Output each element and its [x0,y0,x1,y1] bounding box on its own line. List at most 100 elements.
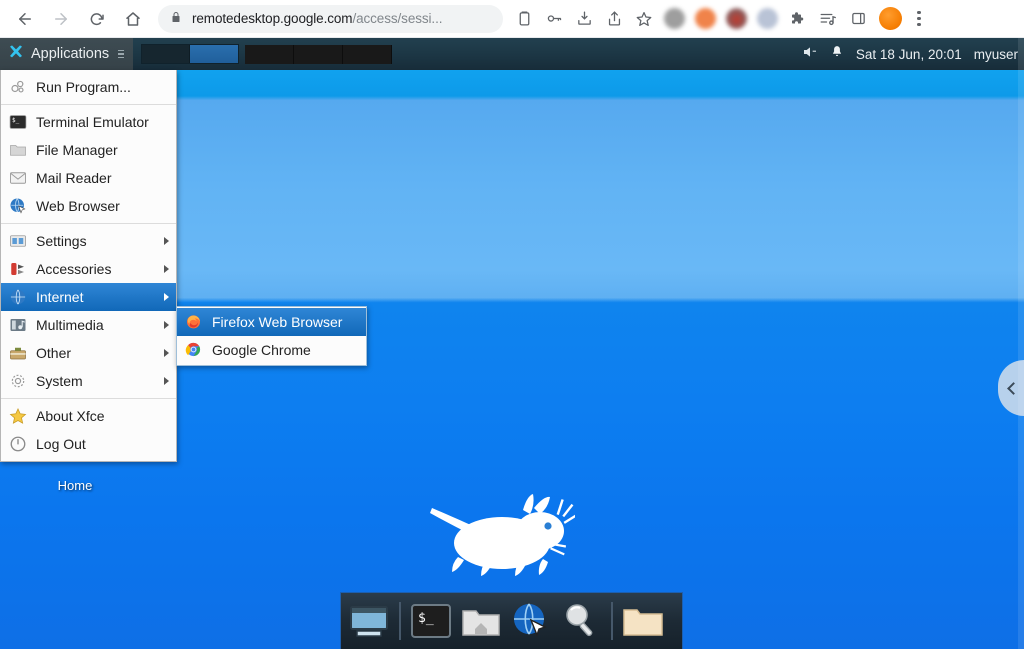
menu-item-label: System [36,373,83,389]
menu-item-run-program[interactable]: Run Program... [1,73,176,101]
reload-button[interactable] [82,4,112,34]
applications-menu-popup: Run Program... $_ Terminal Emulator File… [0,70,177,462]
extension-blurred-blue-icon[interactable] [757,8,778,29]
menu-item-label: About Xfce [36,408,105,424]
run-program-icon [9,78,27,96]
bell-icon[interactable] [830,44,844,65]
extension-blurred-gray-icon[interactable] [664,8,685,29]
browser-toolbar: remotedesktop.google.com/access/sessi... [0,0,1024,38]
menu-item-internet[interactable]: Internet [1,283,176,311]
svg-text:$_: $_ [418,611,434,626]
mail-reader-icon [9,169,27,187]
menu-separator [1,398,176,399]
menu-item-label: Log Out [36,436,86,452]
dock-separator [611,602,613,640]
desktop-icon-home-label[interactable]: Home [40,478,110,493]
chevron-right-icon [164,237,169,245]
svg-text:$_: $_ [12,117,20,124]
chevron-right-icon [164,265,169,273]
accessories-icon [9,260,27,278]
address-bar[interactable]: remotedesktop.google.com/access/sessi... [158,4,503,33]
menu-item-web-browser[interactable]: Web Browser [1,192,176,220]
panel-tray: Sat 18 Jun, 20:01 myuser [802,38,1024,70]
xfce-top-panel: Applications Sat 18 Jun, 20:01 myuser [0,38,1024,70]
internet-globe-icon [9,288,27,306]
menu-item-file-manager[interactable]: File Manager [1,136,176,164]
web-browser-icon [9,197,27,215]
web-browser-globe-icon[interactable] [509,599,553,643]
toolbar-actions [509,0,936,38]
applications-menu-label: Applications [31,46,110,62]
extension-blurred-orange-icon[interactable] [695,8,716,29]
file-folder-icon[interactable] [621,599,665,643]
clipboard-icon[interactable] [509,4,539,34]
menu-item-label: Run Program... [36,79,131,95]
extension-blurred-red-icon[interactable] [726,8,747,29]
menu-item-mail-reader[interactable]: Mail Reader [1,164,176,192]
url-path: /access/sessi... [352,11,443,26]
workspace-cell-0[interactable] [142,45,191,63]
menu-item-other[interactable]: Other [1,339,176,367]
multimedia-icon [9,316,27,334]
lock-icon [170,10,182,28]
task-list[interactable] [245,44,393,64]
menu-item-system[interactable]: System [1,367,176,395]
terminal-icon[interactable]: $_ [409,599,453,643]
chevron-right-icon [164,377,169,385]
menu-item-label: Accessories [36,261,112,277]
side-panel-icon[interactable] [843,4,873,34]
menu-item-accessories[interactable]: Accessories [1,255,176,283]
show-desktop-icon[interactable] [347,599,391,643]
xfce-mouse-logo [430,486,577,576]
task-button-1[interactable] [245,44,295,64]
search-magnifier-icon[interactable] [559,599,603,643]
submenu-item-label: Firefox Web Browser [212,314,343,330]
speaker-muted-icon[interactable] [802,45,818,64]
file-manager-icon [9,141,27,159]
menu-item-label: Web Browser [36,198,120,214]
menu-item-settings[interactable]: Settings [1,227,176,255]
terminal-icon: $_ [9,113,27,131]
applications-menu-button[interactable]: Applications [0,38,134,70]
playlist-icon[interactable] [813,4,843,34]
task-button-2[interactable] [294,44,344,64]
url-text: remotedesktop.google.com/access/sessi... [192,11,442,26]
task-button-3[interactable] [343,44,393,64]
home-folder-icon[interactable] [459,599,503,643]
workspace-switcher[interactable] [141,44,240,64]
back-button[interactable] [10,4,40,34]
forward-button[interactable] [46,4,76,34]
panel-handle-icon[interactable] [118,49,125,59]
menu-item-label: Multimedia [36,317,104,333]
menu-item-about-xfce[interactable]: About Xfce [1,402,176,430]
panel-clock[interactable]: Sat 18 Jun, 20:01 [856,47,962,62]
menu-item-label: Terminal Emulator [36,114,149,130]
home-button[interactable] [118,4,148,34]
kebab-menu-icon[interactable] [906,10,932,27]
submenu-item-firefox-web-browser[interactable]: Firefox Web Browser [177,308,366,336]
menu-item-label: Other [36,345,72,361]
menu-item-label: Settings [36,233,87,249]
profile-avatar-icon[interactable] [879,7,902,30]
submenu-item-google-chrome[interactable]: Google Chrome [177,336,366,364]
remote-desktop-viewport[interactable]: Home Applications Sat 18 Jun, 20:01 myus… [0,38,1024,649]
xfce-dock: $_ [340,592,683,649]
workspace-cell-1[interactable] [190,45,239,63]
menu-item-label: Internet [36,289,84,305]
settings-icon [9,232,27,250]
menu-item-label: File Manager [36,142,118,158]
download-icon[interactable] [569,4,599,34]
puzzle-extensions-icon[interactable] [783,4,813,34]
log-out-power-icon [9,435,27,453]
chevron-right-icon [164,321,169,329]
panel-username[interactable]: myuser [974,47,1018,62]
share-icon[interactable] [599,4,629,34]
bookmark-star-icon[interactable] [629,4,659,34]
screenshot-root: remotedesktop.google.com/access/sessi... [0,0,1024,649]
menu-item-terminal-emulator[interactable]: $_ Terminal Emulator [1,108,176,136]
key-icon[interactable] [539,4,569,34]
xfce-mouse-icon [8,44,24,65]
menu-item-log-out[interactable]: Log Out [1,430,176,458]
menu-item-multimedia[interactable]: Multimedia [1,311,176,339]
menu-separator [1,223,176,224]
